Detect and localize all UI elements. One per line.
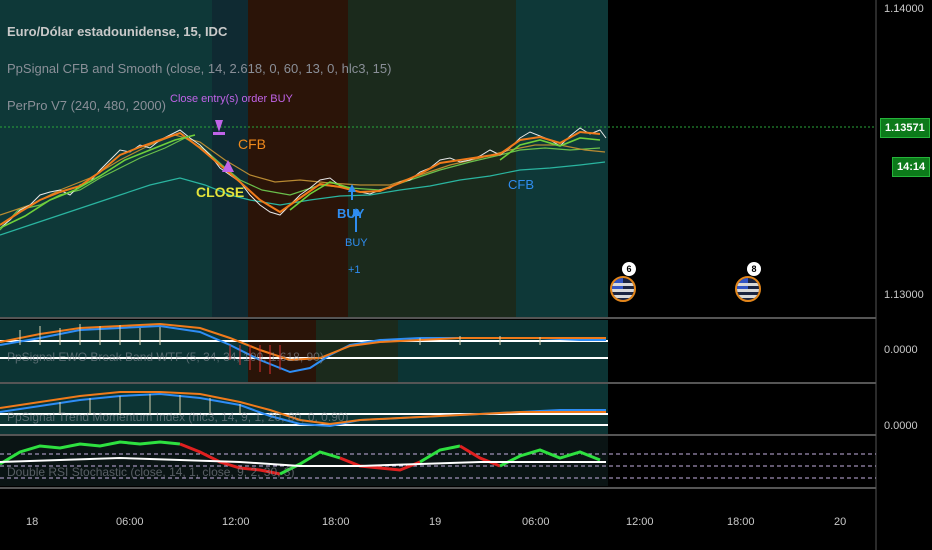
us-flag-icon[interactable] xyxy=(610,276,636,302)
indicator-cfb-label[interactable]: PpSignal CFB and Smooth (close, 14, 2.61… xyxy=(7,61,391,76)
current-price-badge[interactable]: 1.13571 xyxy=(880,118,930,138)
time-axis: 18 06:00 12:00 18:00 19 06:00 12:00 18:0… xyxy=(0,512,876,536)
buy-plus-annotation: +1 xyxy=(348,264,361,276)
bar-countdown-badge: 14:14 xyxy=(892,157,931,177)
cfb-annotation-1: CFB xyxy=(238,136,266,152)
buy-annotation-2: BUY xyxy=(345,237,368,249)
time-tick: 12:00 xyxy=(626,516,654,528)
indicator-perpro-label[interactable]: PerPro V7 (240, 480, 2000) xyxy=(7,98,166,113)
price-tick-bottom: 1.13000 xyxy=(884,289,924,301)
ewo-pane-label[interactable]: PpSignal EWO Break Band WTF (5, 34, 34, … xyxy=(7,350,324,364)
ewo-zero-tick: 0.0000 xyxy=(884,344,918,356)
event-count-badge: 6 xyxy=(622,262,636,276)
rsi-pane-label[interactable]: Double RSI Stochastic (close, 14, 1, clo… xyxy=(7,465,294,479)
cfb-annotation-2: CFB xyxy=(508,177,534,192)
price-tick-top: 1.14000 xyxy=(884,3,924,15)
time-tick: 12:00 xyxy=(222,516,250,528)
time-tick: 18 xyxy=(26,516,39,528)
time-tick: 19 xyxy=(429,516,442,528)
chart-symbol-title: Euro/Dólar estadounidense, 15, IDC xyxy=(7,24,228,39)
tmi-pane-label[interactable]: PpSignal Trend Momentum Index (hlc3, 14,… xyxy=(7,410,349,424)
time-tick: 20 xyxy=(834,516,847,528)
close-annotation: CLOSE xyxy=(196,184,245,200)
time-tick: 18:00 xyxy=(322,516,350,528)
us-flag-icon[interactable] xyxy=(735,276,761,302)
tmi-zero-tick: 0.0000 xyxy=(884,420,918,432)
buy-annotation-1: BUY xyxy=(337,206,365,221)
event-count-badge: 8 xyxy=(747,262,761,276)
time-tick: 06:00 xyxy=(116,516,144,528)
time-tick: 18:00 xyxy=(727,516,755,528)
close-entry-annotation: Close entry(s) order BUY xyxy=(170,93,293,105)
time-tick: 06:00 xyxy=(522,516,550,528)
